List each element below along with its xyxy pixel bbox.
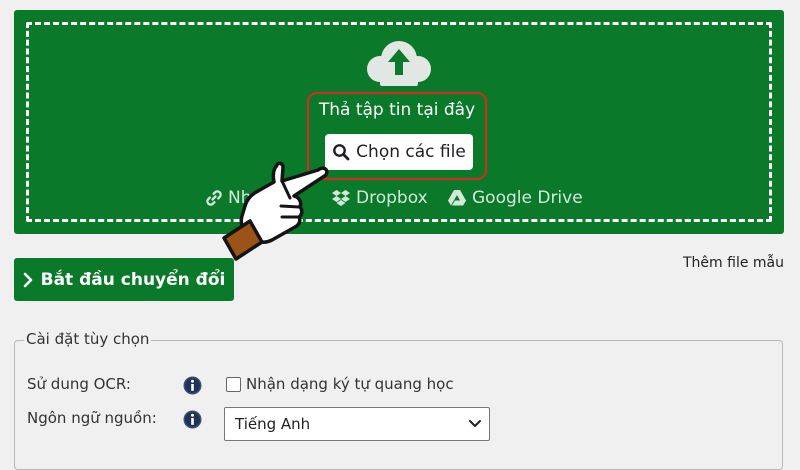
start-conversion-label: Bắt đầu chuyển đổi [40,269,226,290]
source-language-label: Ngôn ngữ nguồn: [27,409,157,427]
source-google-drive[interactable]: Google Drive [447,188,583,208]
optional-settings-legend: Cài đặt tùy chọn [24,330,152,348]
add-sample-file-link[interactable]: Thêm file mẫu [683,255,784,271]
info-icon[interactable] [183,376,202,395]
source-google-drive-label: Google Drive [472,188,583,208]
cloud-upload-icon [367,41,431,86]
google-drive-icon [448,190,466,206]
search-icon [333,144,350,161]
ocr-checkbox-label[interactable]: Nhận dạng ký tự quang học [246,375,454,393]
start-conversion-button[interactable]: Bắt đầu chuyển đổi [14,258,234,301]
choose-files-button[interactable]: Chọn các file [325,134,473,170]
ocr-checkbox[interactable] [226,377,241,392]
pointing-hand-icon [222,161,329,261]
chevron-down-icon [469,420,481,427]
choose-files-label: Chọn các file [356,142,466,162]
source-language-select[interactable]: Tiếng Anh [224,407,490,441]
ocr-label: Sử dung OCR: [27,375,131,393]
dropbox-icon [332,190,350,206]
optional-settings-panel [14,340,783,470]
source-language-value: Tiếng Anh [235,415,311,433]
source-dropbox-label: Dropbox [356,188,428,208]
chevron-right-icon [23,272,32,287]
drop-files-text: Thả tập tin tại đây [318,100,476,120]
info-icon[interactable] [183,410,202,429]
source-dropbox[interactable]: Dropbox [331,188,428,208]
